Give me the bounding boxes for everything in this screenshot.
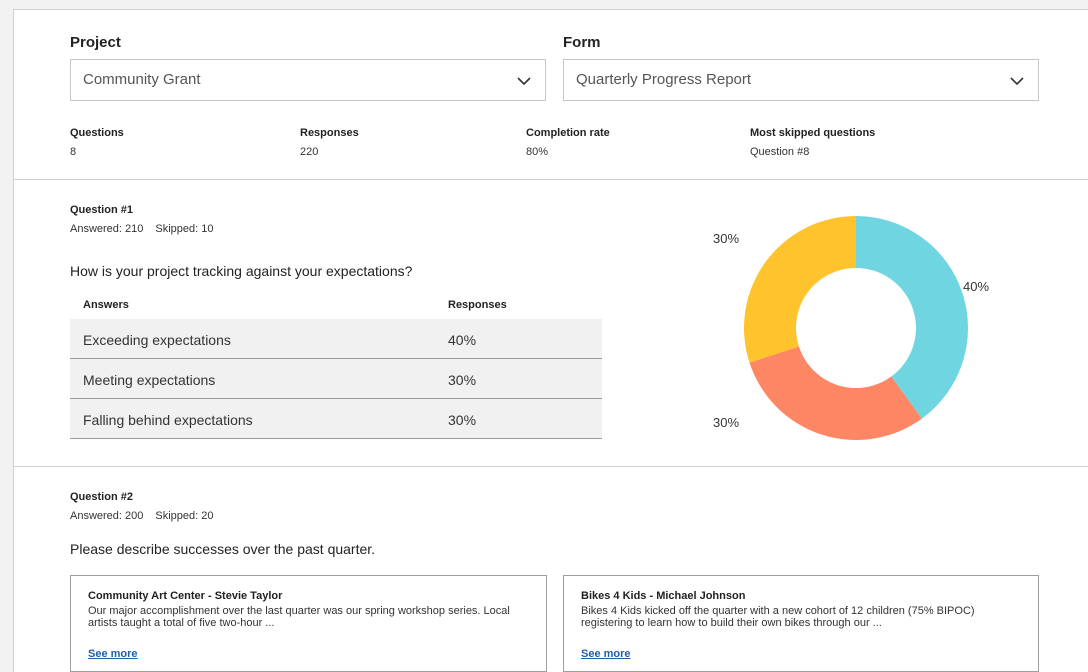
- form-select-value: Quarterly Progress Report: [576, 71, 752, 88]
- answered-count: Answered: 200: [70, 510, 144, 522]
- answer-text: Falling behind expectations: [83, 412, 253, 428]
- slice-falling-behind: [744, 216, 856, 363]
- see-more-link[interactable]: See more: [581, 648, 631, 660]
- question-2-text: Please describe successes over the past …: [70, 541, 376, 557]
- skipped-count: Skipped: 10: [155, 223, 214, 235]
- card-body: Our major accomplishment over the last q…: [88, 605, 510, 629]
- stat-label: Responses: [300, 127, 359, 139]
- stat-most-skipped: Most skipped questions Question #8: [750, 127, 875, 158]
- slice-label-meeting: 30%: [713, 415, 740, 430]
- stat-questions: Questions 8: [70, 127, 124, 158]
- chevron-down-icon: [517, 77, 531, 86]
- see-more-link[interactable]: See more: [88, 648, 138, 660]
- section-divider: [14, 179, 1088, 180]
- table-row: Exceeding expectations 40%: [70, 319, 602, 359]
- slice-label-exceeding: 40%: [963, 279, 990, 294]
- stat-label: Most skipped questions: [750, 127, 876, 139]
- stat-completion-rate: Completion rate 80%: [526, 127, 610, 158]
- table-row: Meeting expectations 30%: [70, 359, 602, 399]
- stat-value: 220: [300, 146, 319, 158]
- response-card: Bikes 4 Kids - Michael Johnson Bikes 4 K…: [563, 575, 1039, 672]
- question-2-title: Question #2: [70, 491, 133, 503]
- stat-value: Question #8: [750, 146, 810, 158]
- answer-text: Exceeding expectations: [83, 332, 231, 348]
- responses-header: Responses: [448, 299, 507, 311]
- project-label: Project: [70, 34, 121, 51]
- question-1-meta: Answered: 210 Skipped: 10: [70, 223, 214, 235]
- report-panel: Project Community Grant Form Quarterly P…: [13, 9, 1088, 672]
- form-label: Form: [563, 34, 601, 51]
- table-row: Falling behind expectations 30%: [70, 399, 602, 439]
- stat-value: 80%: [526, 146, 549, 158]
- answer-text: Meeting expectations: [83, 372, 216, 388]
- project-select[interactable]: Community Grant: [70, 59, 546, 101]
- answers-header: Answers: [83, 299, 129, 311]
- question-1-text: How is your project tracking against you…: [70, 263, 413, 279]
- question-2-meta: Answered: 200 Skipped: 20: [70, 510, 214, 522]
- response-card: Community Art Center - Stevie Taylor Our…: [70, 575, 547, 672]
- question-1-title: Question #1: [70, 204, 133, 216]
- form-select[interactable]: Quarterly Progress Report: [563, 59, 1039, 101]
- card-title: Bikes 4 Kids - Michael Johnson: [581, 590, 746, 602]
- stat-label: Completion rate: [526, 127, 610, 139]
- slice-meeting: [749, 346, 922, 441]
- stat-responses: Responses 220: [300, 127, 359, 158]
- card-title: Community Art Center - Stevie Taylor: [88, 590, 283, 602]
- response-value: 30%: [448, 412, 477, 428]
- section-divider: [14, 466, 1088, 467]
- skipped-count: Skipped: 20: [155, 510, 214, 522]
- response-value: 40%: [448, 332, 477, 348]
- card-body: Bikes 4 Kids kicked off the quarter with…: [581, 605, 975, 629]
- chevron-down-icon: [1010, 77, 1024, 86]
- project-select-value: Community Grant: [83, 71, 201, 88]
- answered-count: Answered: 210: [70, 223, 144, 235]
- slice-label-falling-behind: 30%: [713, 231, 740, 246]
- stat-label: Questions: [70, 127, 124, 139]
- donut-chart: [744, 216, 968, 441]
- stat-value: 8: [70, 146, 77, 158]
- response-value: 30%: [448, 372, 477, 388]
